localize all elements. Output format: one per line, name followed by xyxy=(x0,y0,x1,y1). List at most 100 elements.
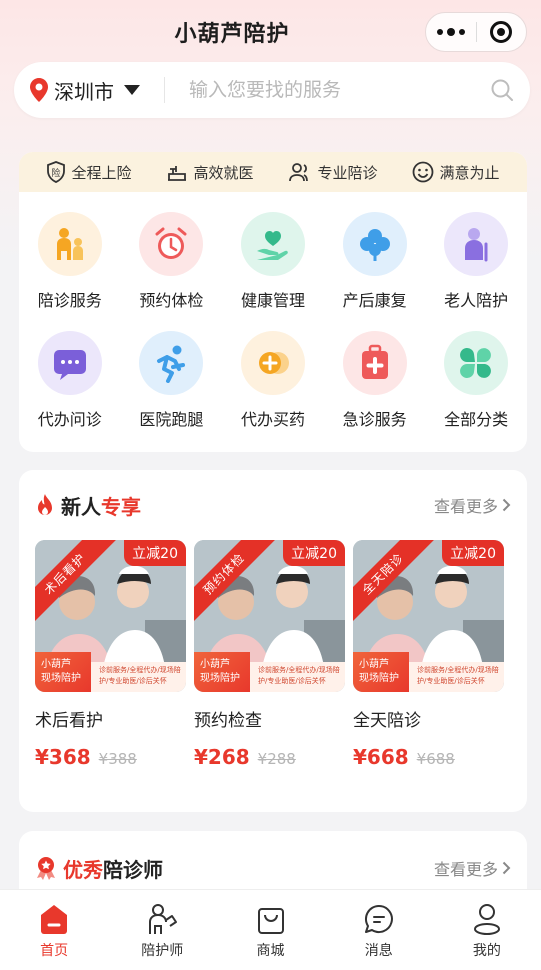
brand-box: 小葫芦 现场陪护 xyxy=(35,652,91,692)
pill-icon xyxy=(240,331,305,395)
tab-label: 商城 xyxy=(256,943,285,959)
category-label: 急诊服务 xyxy=(342,410,407,429)
category-label: 产后康复 xyxy=(342,291,407,310)
search-bar: 深圳市 xyxy=(14,62,530,118)
tab-messages[interactable]: 消息 xyxy=(325,890,433,970)
category-item[interactable]: 全部分类 xyxy=(425,331,527,430)
search-input[interactable] xyxy=(189,79,490,101)
section-title-main: 新人 xyxy=(61,494,101,519)
tab-home[interactable]: 首页 xyxy=(0,890,108,970)
tab-shop[interactable]: 商城 xyxy=(216,890,324,970)
newbie-section: 新人专享 查看更多 术后看护 立减20 小葫芦 现场陪护 诊前服务/全程代办/现… xyxy=(19,470,527,812)
smile-icon xyxy=(413,161,434,183)
app-title: 小葫芦陪护 xyxy=(174,22,290,47)
tab-profile[interactable]: 我的 xyxy=(433,890,541,970)
close-button[interactable] xyxy=(477,13,527,51)
discount-badge: 立减20 xyxy=(283,540,345,566)
category-label: 全部分类 xyxy=(444,410,509,429)
users-icon xyxy=(289,163,309,182)
product-card[interactable]: 全天陪诊 立减20 小葫芦 现场陪护 诊前服务/全程代办/现场陪护/专业助医/诊… xyxy=(353,540,504,769)
chevron-right-icon xyxy=(502,498,511,512)
product-old-price: ¥688 xyxy=(416,750,455,768)
product-image: 术后看护 立减20 小葫芦 现场陪护 诊前服务/全程代办/现场陪护/专业助医/诊… xyxy=(35,540,186,692)
category-item[interactable]: 老人陪护 xyxy=(425,212,527,311)
family-icon xyxy=(37,212,102,276)
price-row: ¥668 ¥688 xyxy=(353,745,504,769)
feature-strip: 险 全程上险 高效就医 专业陪诊 满意为止 xyxy=(19,152,527,192)
feature-label: 高效就医 xyxy=(193,163,254,182)
tab-label: 我的 xyxy=(472,943,501,959)
price-row: ¥268 ¥288 xyxy=(194,745,345,769)
search-icon[interactable] xyxy=(490,78,514,102)
product-image: 全天陪诊 立减20 小葫芦 现场陪护 诊前服务/全程代办/现场陪护/专业助医/诊… xyxy=(353,540,504,692)
medical-kit-icon xyxy=(342,331,407,395)
section-title-highlight: 专享 xyxy=(101,494,141,519)
section-title: 新人专享 xyxy=(61,491,141,520)
city-name: 深圳市 xyxy=(54,79,114,104)
caregiver-icon xyxy=(145,900,179,938)
category-label: 老人陪护 xyxy=(444,291,509,310)
product-desc: 诊前服务/全程代办/现场陪护/专业助医/诊后关怀 xyxy=(250,662,345,692)
product-price: ¥368 xyxy=(35,745,91,769)
category-label: 健康管理 xyxy=(240,291,305,310)
brand-text: 小葫芦 现场陪护 xyxy=(359,659,399,684)
chevron-right-icon xyxy=(502,861,511,875)
grid-clover-icon xyxy=(444,331,509,395)
price-row: ¥368 ¥388 xyxy=(35,745,186,769)
shield-icon: 险 xyxy=(47,161,66,183)
category-item[interactable]: 代办问诊 xyxy=(19,331,121,430)
home-icon xyxy=(37,900,71,938)
brand-box: 小葫芦 现场陪护 xyxy=(194,652,250,692)
section-title-highlight: 优秀 xyxy=(63,857,103,882)
product-price: ¥268 xyxy=(194,745,250,769)
discount-badge: 立减20 xyxy=(442,540,504,566)
view-more-link[interactable]: 查看更多 xyxy=(434,493,511,517)
clover-icon xyxy=(342,212,407,276)
view-more-link[interactable]: 查看更多 xyxy=(434,856,511,880)
svg-text:险: 险 xyxy=(52,167,61,179)
brand-box: 小葫芦 现场陪护 xyxy=(353,652,409,692)
section-header: 新人专享 查看更多 xyxy=(35,490,511,520)
profile-icon xyxy=(472,900,502,938)
section-title: 优秀陪诊师 xyxy=(63,854,163,883)
category-item[interactable]: 产后康复 xyxy=(324,212,426,311)
category-item[interactable]: 陪诊服务 xyxy=(19,212,121,311)
brand-text: 小葫芦 现场陪护 xyxy=(200,659,240,684)
brand-text: 小葫芦 现场陪护 xyxy=(41,659,81,684)
category-label: 陪诊服务 xyxy=(37,291,102,310)
product-card[interactable]: 预约体检 立减20 小葫芦 现场陪护 诊前服务/全程代办/现场陪护/专业助医/诊… xyxy=(194,540,345,769)
category-item[interactable]: 医院跑腿 xyxy=(121,331,223,430)
tab-caregiver[interactable]: 陪护师 xyxy=(108,890,216,970)
category-item[interactable]: 急诊服务 xyxy=(324,331,426,430)
mini-program-capsule xyxy=(425,12,527,52)
category-card: 险 全程上险 高效就医 专业陪诊 满意为止 陪诊服务 预约体检 健康管理 产后康… xyxy=(19,152,527,452)
feature-label: 满意为止 xyxy=(439,163,500,182)
category-item[interactable]: 健康管理 xyxy=(222,212,324,311)
product-image: 预约体检 立减20 小葫芦 现场陪护 诊前服务/全程代办/现场陪护/专业助医/诊… xyxy=(194,540,345,692)
category-label: 代办问诊 xyxy=(37,410,102,429)
top-bar: 小葫芦陪护 xyxy=(0,0,541,62)
caret-down-icon xyxy=(124,85,140,95)
award-ribbon-icon xyxy=(37,857,55,880)
product-desc: 诊前服务/全程代办/现场陪护/专业助医/诊后关怀 xyxy=(91,662,186,692)
feature-label: 全程上险 xyxy=(71,163,132,182)
tab-label: 陪护师 xyxy=(141,943,184,959)
feature-item: 满意为止 xyxy=(412,161,500,183)
category-grid: 陪诊服务 预约体检 健康管理 产后康复 老人陪护 代办问诊 医院跑腿 代办买药 … xyxy=(19,192,527,430)
category-item[interactable]: 预约体检 xyxy=(121,212,223,311)
product-price: ¥668 xyxy=(353,745,409,769)
product-list: 术后看护 立减20 小葫芦 现场陪护 诊前服务/全程代办/现场陪护/专业助医/诊… xyxy=(35,540,504,769)
category-item[interactable]: 代办买药 xyxy=(222,331,324,430)
product-card[interactable]: 术后看护 立减20 小葫芦 现场陪护 诊前服务/全程代办/现场陪护/专业助医/诊… xyxy=(35,540,186,769)
category-label: 预约体检 xyxy=(139,291,204,310)
category-label: 医院跑腿 xyxy=(139,410,204,429)
more-button[interactable] xyxy=(426,13,476,51)
view-more-label: 查看更多 xyxy=(433,497,498,516)
message-icon xyxy=(363,900,395,938)
city-selector[interactable]: 深圳市 xyxy=(14,76,164,105)
feature-item: 专业陪诊 xyxy=(288,162,378,183)
alarm-clock-icon xyxy=(139,212,204,276)
product-name: 术后看护 xyxy=(35,711,103,731)
feature-item: 高效就医 xyxy=(166,162,254,183)
section-header: 优秀陪诊师 查看更多 xyxy=(35,853,511,883)
